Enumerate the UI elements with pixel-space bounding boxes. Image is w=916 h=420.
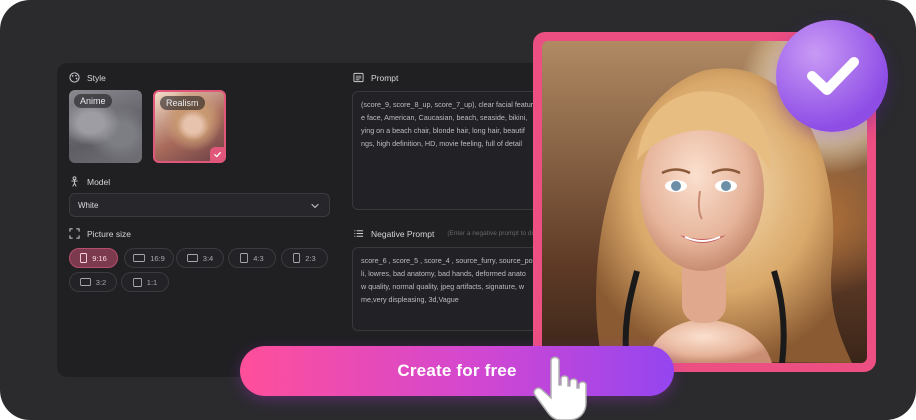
ratio-label: 3:4: [202, 253, 214, 263]
app-frame: Style Anime Realism Model White Picture …: [0, 0, 916, 420]
landscape-frame-icon: [133, 254, 146, 262]
create-for-free-button[interactable]: Create for free: [240, 346, 674, 396]
negative-prompt-hint: (Enter a negative prompt to disc: [447, 230, 540, 237]
portrait-frame-icon: [240, 253, 249, 263]
negative-prompt-icon: [353, 228, 364, 239]
check-icon: [807, 57, 859, 95]
prompt-section-title: Prompt: [353, 72, 398, 83]
ratio-label: 9:16: [92, 253, 107, 263]
ratio-option-16-9[interactable]: 16:9: [124, 248, 174, 268]
create-for-free-label: Create for free: [397, 361, 517, 380]
portrait-frame-icon: [293, 253, 301, 263]
ratio-label: 4:3: [253, 253, 264, 263]
ratio-option-4-3[interactable]: 4:3: [228, 248, 276, 268]
portrait-frame-icon: [80, 253, 88, 263]
square-frame-icon: [132, 277, 142, 287]
landscape-frame-icon: [186, 254, 198, 262]
style-title: Style: [87, 72, 106, 83]
ratio-option-1-1[interactable]: 1:1: [121, 272, 169, 292]
style-option-label: Anime: [74, 94, 112, 108]
ratio-label: 3:2: [95, 277, 107, 287]
negative-prompt-section-title: Negative Prompt (Enter a negative prompt…: [353, 228, 539, 239]
check-icon: [210, 147, 224, 161]
ratio-label: 1:1: [146, 277, 158, 287]
palette-icon: [69, 72, 80, 83]
negative-prompt-title: Negative Prompt: [371, 228, 435, 239]
landscape-frame-icon: [79, 278, 91, 286]
ratio-option-3-2[interactable]: 3:2: [69, 272, 117, 292]
prompt-title: Prompt: [371, 72, 399, 83]
style-option-anime[interactable]: Anime: [69, 90, 142, 163]
style-option-label: Realism: [160, 96, 205, 110]
pointer-hand-icon: [533, 356, 587, 420]
chevron-down-icon: [311, 203, 319, 209]
prompt-icon: [353, 72, 364, 83]
picture-size-section-title: Picture size: [69, 228, 131, 239]
ratio-label: 2:3: [305, 253, 316, 263]
ratio-label: 16:9: [150, 253, 165, 263]
model-section-title: Model: [69, 176, 110, 187]
model-select[interactable]: White: [69, 193, 330, 217]
style-option-realism[interactable]: Realism: [153, 90, 226, 163]
model-title: Model: [87, 176, 111, 187]
ratio-option-2-3[interactable]: 2:3: [281, 248, 328, 268]
model-icon: [69, 176, 80, 187]
style-section-title: Style: [69, 72, 106, 83]
ratio-option-9-16[interactable]: 9:16: [69, 248, 118, 268]
picture-size-icon: [69, 228, 80, 239]
ratio-option-3-4[interactable]: 3:4: [176, 248, 224, 268]
picture-size-title: Picture size: [87, 228, 131, 239]
success-badge: [776, 20, 888, 132]
model-value: White: [78, 200, 99, 210]
